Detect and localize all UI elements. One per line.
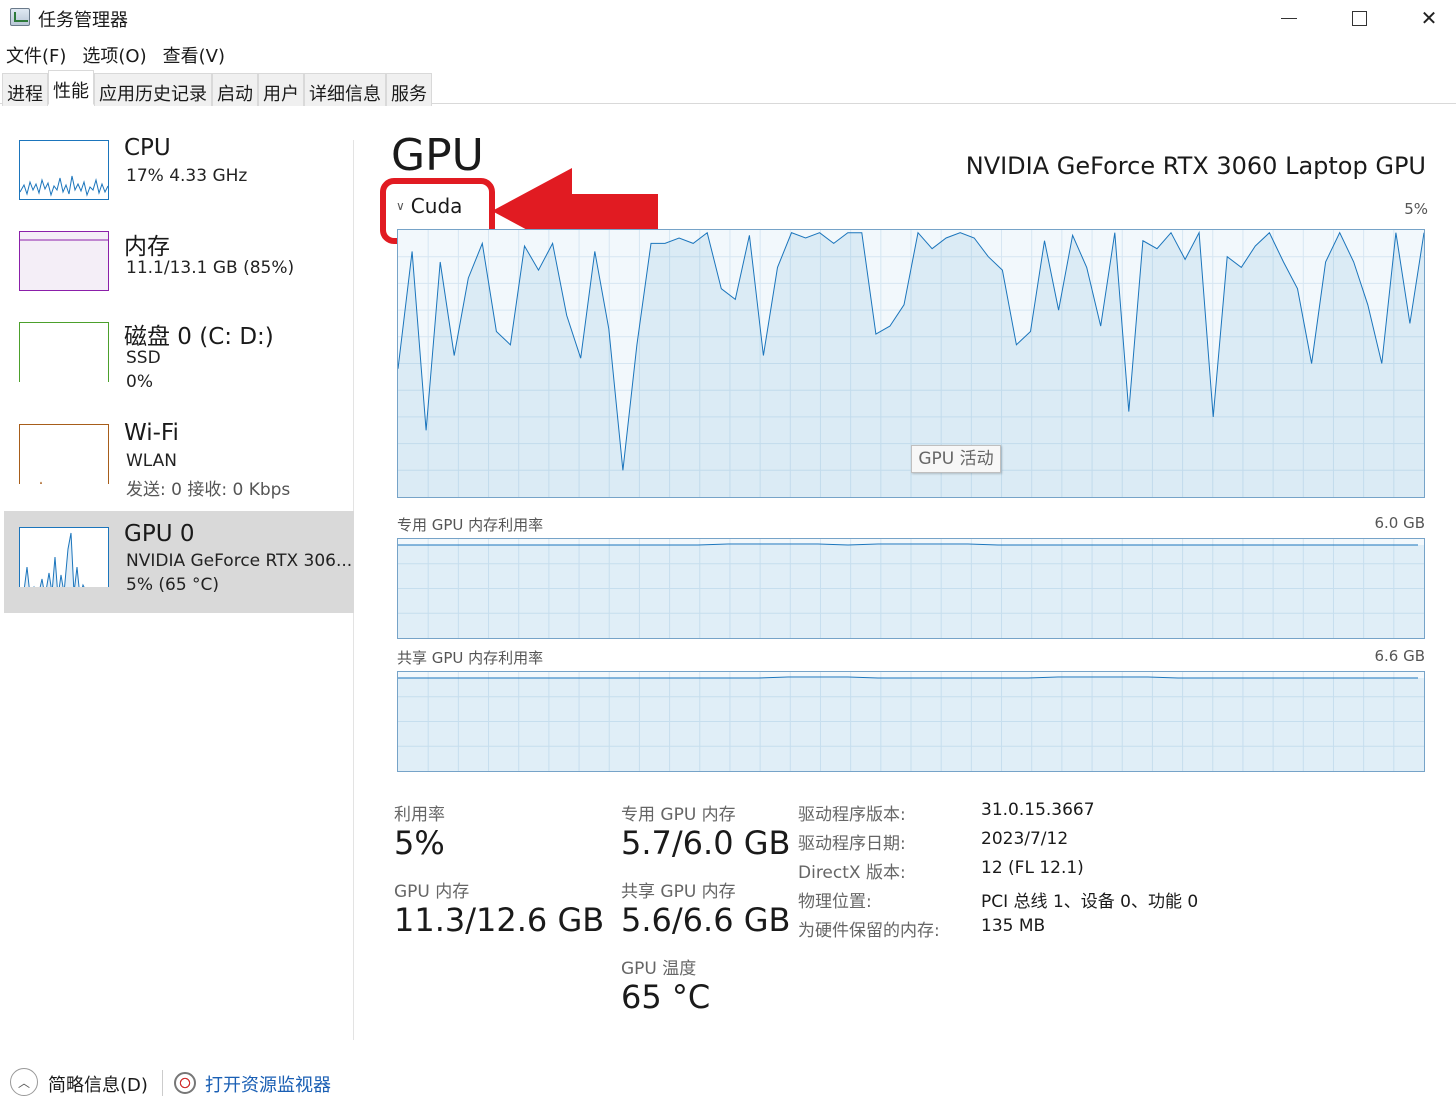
sidebar-item-detail: WLAN — [126, 451, 178, 471]
close-button[interactable]: ✕ — [1394, 0, 1456, 36]
task-manager-icon — [10, 8, 30, 26]
utilization-value: 5% — [394, 824, 445, 862]
activity-graph-tag: GPU 活动 — [911, 445, 1001, 473]
sidebar-item-detail: SSD — [126, 348, 161, 368]
tab-users[interactable]: 用户 — [258, 73, 304, 106]
sidebar-item-detail: 17% 4.33 GHz — [126, 166, 248, 186]
tab-performance[interactable]: 性能 — [48, 70, 94, 105]
menu-file[interactable]: 文件(F) — [0, 38, 72, 68]
sidebar-item-memory[interactable]: 内存 11.1/13.1 GB (85%) — [4, 217, 354, 319]
reserved-memory-value: 135 MB — [981, 916, 1046, 936]
footer-bar: ︿ 简略信息(D) 打开资源监视器 — [0, 1064, 1456, 1104]
page-title: GPU — [391, 130, 484, 181]
sidebar-item-throughput: 发送: 0 接收: 0 Kbps — [126, 480, 291, 500]
directx-version-value: 12 (FL 12.1) — [981, 858, 1084, 878]
shared-memory-chart — [398, 672, 1424, 771]
chevron-up-icon[interactable]: ︿ — [10, 1068, 38, 1096]
driver-date-value: 2023/7/12 — [981, 829, 1069, 849]
sidebar-item-name: 内存 — [124, 234, 170, 260]
driver-date-key: 驱动程序日期: — [798, 834, 906, 854]
sidebar-item-usage: 5% (65 °C) — [126, 575, 220, 595]
sidebar-item-cpu[interactable]: CPU 17% 4.33 GHz — [4, 125, 354, 227]
sidebar-item-detail: 11.1/13.1 GB (85%) — [126, 258, 295, 278]
title-bar: 任务管理器 ✕ — [0, 0, 1456, 36]
dedicated-graph-label: 专用 GPU 内存利用率 — [397, 516, 544, 534]
close-icon: ✕ — [1420, 6, 1438, 30]
tab-bar: 进程 性能 应用历史记录 启动 用户 详细信息 服务 — [0, 70, 1456, 106]
sidebar-item-usage: 0% — [126, 372, 153, 392]
maximize-button[interactable] — [1324, 0, 1394, 36]
sidebar-item-gpu[interactable]: GPU 0 NVIDIA GeForce RTX 306... 5% (65 °… — [4, 511, 354, 613]
menu-view[interactable]: 查看(V) — [157, 38, 231, 68]
reserved-memory-key: 为硬件保留的内存: — [798, 921, 940, 941]
tab-processes[interactable]: 进程 — [2, 73, 48, 106]
fewer-details-link[interactable]: 简略信息(D) — [48, 1071, 148, 1097]
wifi-thumbnail-graph — [19, 424, 109, 484]
tab-app-history[interactable]: 应用历史记录 — [94, 73, 212, 106]
gpu-temp-value: 65 °C — [621, 978, 711, 1016]
maximize-icon — [1351, 10, 1367, 26]
physical-location-value: PCI 总线 1、设备 0、功能 0 — [981, 892, 1199, 912]
memory-thumbnail-graph — [19, 231, 109, 291]
footer-divider — [162, 1070, 163, 1096]
disk-thumbnail-graph — [19, 322, 109, 382]
dedicated-memory-label: 专用 GPU 内存 — [621, 805, 736, 825]
menu-bar: 文件(F) 选项(O) 查看(V) — [0, 38, 235, 68]
shared-graph-label: 共享 GPU 内存利用率 — [397, 649, 544, 667]
dedicated-memory-value: 5.7/6.0 GB — [621, 824, 791, 862]
directx-version-key: DirectX 版本: — [798, 863, 906, 883]
utilization-label: 利用率 — [394, 805, 445, 825]
shared-memory-graph — [397, 671, 1425, 772]
shared-memory-label: 共享 GPU 内存 — [621, 882, 736, 902]
sidebar-item-disk[interactable]: 磁盘 0 (C: D:) SSD 0% — [4, 307, 354, 409]
tab-startup[interactable]: 启动 — [212, 73, 258, 106]
resource-monitor-icon — [174, 1072, 196, 1094]
sidebar-item-name: CPU — [124, 135, 171, 161]
sidebar-item-wifi[interactable]: Wi-Fi WLAN 发送: 0 接收: 0 Kbps — [4, 410, 354, 512]
physical-location-key: 物理位置: — [798, 892, 872, 912]
minimize-icon — [1281, 17, 1297, 19]
gpu-memory-value: 11.3/12.6 GB — [394, 901, 605, 939]
minimize-button[interactable] — [1254, 0, 1324, 36]
sidebar-item-name: Wi-Fi — [124, 420, 179, 446]
gpu-thumbnail-graph — [19, 527, 109, 587]
driver-version-value: 31.0.15.3667 — [981, 800, 1095, 820]
memory-area — [398, 545, 1424, 638]
dedicated-memory-graph — [397, 538, 1425, 639]
dedicated-memory-chart — [398, 539, 1424, 638]
gpu-model-name: NVIDIA GeForce RTX 3060 Laptop GPU — [965, 152, 1426, 180]
cpu-thumbnail-graph — [19, 140, 109, 200]
gpu-memory-label: GPU 内存 — [394, 882, 470, 902]
memory-area — [398, 678, 1424, 771]
tab-services[interactable]: 服务 — [386, 73, 432, 106]
shared-memory-value: 5.6/6.6 GB — [621, 901, 791, 939]
window-title: 任务管理器 — [38, 10, 128, 31]
open-resource-monitor-link[interactable]: 打开资源监视器 — [205, 1071, 331, 1097]
driver-version-key: 驱动程序版本: — [798, 805, 906, 825]
memory-series-line — [398, 676, 1418, 679]
tab-details[interactable]: 详细信息 — [304, 73, 386, 106]
sidebar-item-detail: NVIDIA GeForce RTX 306... — [126, 551, 352, 571]
sidebar-item-name: 磁盘 0 (C: D:) — [124, 324, 274, 350]
shared-graph-max: 6.6 GB — [1374, 647, 1425, 665]
menu-options[interactable]: 选项(O) — [76, 38, 152, 68]
activity-graph-max: 5% — [1404, 200, 1428, 218]
gpu-temp-label: GPU 温度 — [621, 959, 697, 979]
memory-series-line — [398, 543, 1418, 546]
dedicated-graph-max: 6.0 GB — [1374, 514, 1425, 532]
sidebar-item-name: GPU 0 — [124, 521, 195, 547]
